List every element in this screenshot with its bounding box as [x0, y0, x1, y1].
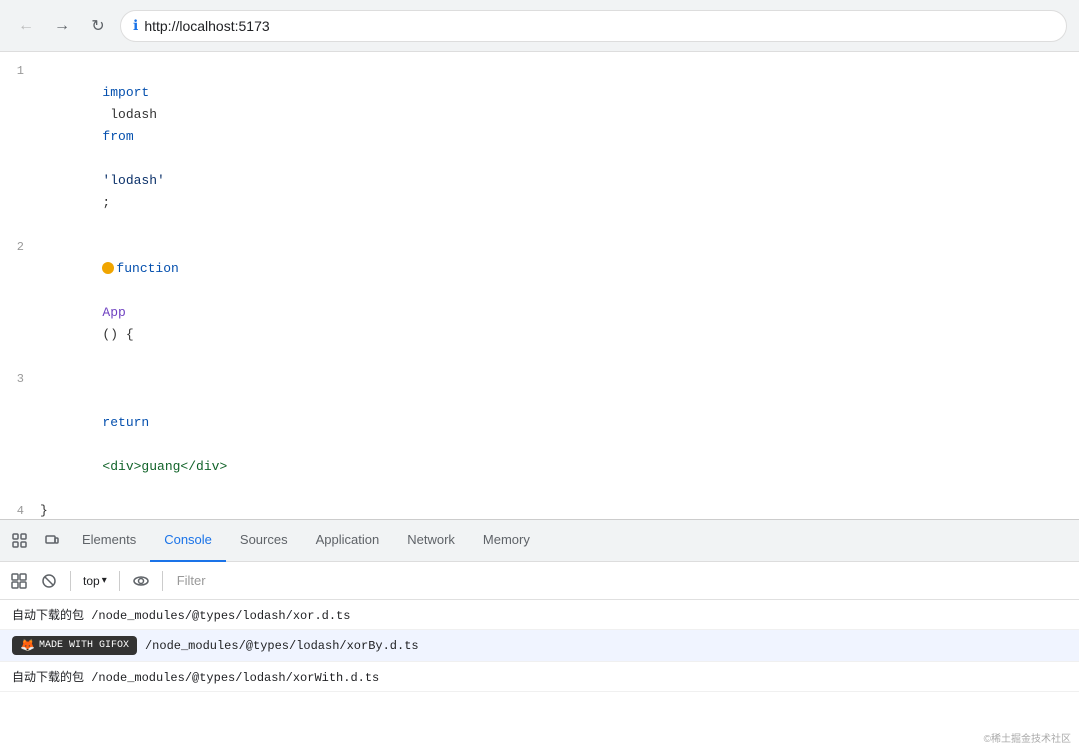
- code-editor: 1 import lodash from 'lodash' ; 2 functi…: [0, 52, 1079, 519]
- clear-console-button[interactable]: [6, 568, 32, 594]
- keyword-return: return: [102, 415, 149, 430]
- log-entry-2: 🦊 MADE WITH GIFOX /node_modules/@types/l…: [0, 630, 1079, 662]
- inspect-element-button[interactable]: [4, 525, 36, 557]
- context-selector[interactable]: top ▾: [79, 572, 111, 590]
- log-text-2: /node_modules/@types/lodash/xorBy.d.ts: [145, 639, 419, 653]
- watermark: ©稀土掘金技术社区: [984, 730, 1071, 745]
- url-text: http://localhost:5173: [144, 18, 269, 34]
- tab-memory[interactable]: Memory: [469, 520, 544, 562]
- code-text-4: }: [40, 500, 1079, 519]
- address-bar[interactable]: ℹ http://localhost:5173: [120, 10, 1067, 42]
- gifox-fox-icon: 🦊: [20, 638, 35, 653]
- line-number-1: 1: [0, 60, 40, 82]
- log-text-3: 自动下载的包 /node_modules/@types/lodash/xorWi…: [12, 668, 379, 685]
- toolbar-divider-2: [119, 571, 120, 591]
- breakpoint-indicator: [102, 262, 114, 274]
- tab-network[interactable]: Network: [393, 520, 469, 562]
- code-line-1: 1 import lodash from 'lodash' ;: [0, 60, 1079, 236]
- forward-button[interactable]: →: [48, 12, 76, 40]
- refresh-button[interactable]: ↻: [84, 12, 112, 40]
- page-content: 1 import lodash from 'lodash' ; 2 functi…: [0, 52, 1079, 519]
- clear-icon: [11, 573, 27, 589]
- toolbar-divider-3: [162, 571, 163, 591]
- device-toolbar-button[interactable]: [36, 525, 68, 557]
- console-toolbar: top ▾: [0, 562, 1079, 600]
- code-line-2: 2 function App () {: [0, 236, 1079, 368]
- console-log-area: 自动下载的包 /node_modules/@types/lodash/xor.d…: [0, 600, 1079, 749]
- no-button[interactable]: [36, 568, 62, 594]
- info-icon: ℹ: [133, 17, 138, 34]
- log-text-1: 自动下载的包 /node_modules/@types/lodash/xor.d…: [12, 606, 350, 623]
- tab-console[interactable]: Console: [150, 520, 226, 562]
- keyword-import: import: [102, 85, 149, 100]
- eye-icon: [133, 573, 149, 589]
- devtools-tabbar: Elements Console Sources Application Net…: [0, 520, 1079, 562]
- log-entry-3: 自动下载的包 /node_modules/@types/lodash/xorWi…: [0, 662, 1079, 692]
- code-line-4: 4 }: [0, 500, 1079, 519]
- gifox-badge: 🦊 MADE WITH GIFOX: [12, 636, 137, 655]
- code-text-2: function App () {: [40, 236, 1079, 368]
- code-line-3: 3 return <div>guang</div>: [0, 368, 1079, 500]
- code-text-3: return <div>guang</div>: [40, 368, 1079, 500]
- toolbar-divider: [70, 571, 71, 591]
- tab-elements[interactable]: Elements: [68, 520, 150, 562]
- tab-application[interactable]: Application: [302, 520, 394, 562]
- log-entry-1: 自动下载的包 /node_modules/@types/lodash/xor.d…: [0, 600, 1079, 630]
- line-number-4: 4: [0, 500, 40, 519]
- tab-sources[interactable]: Sources: [226, 520, 302, 562]
- keyword-function: function: [116, 261, 178, 276]
- code-text-1: import lodash from 'lodash' ;: [40, 60, 1079, 236]
- browser-chrome: ← → ↻ ℹ http://localhost:5173: [0, 0, 1079, 52]
- devtools-panel: Elements Console Sources Application Net…: [0, 519, 1079, 749]
- string-lodash: 'lodash': [102, 173, 164, 188]
- eye-button[interactable]: [128, 568, 154, 594]
- keyword-from: from: [102, 129, 133, 144]
- function-name: App: [102, 305, 125, 320]
- jsx-tag: <div>guang</div>: [102, 459, 227, 474]
- chevron-down-icon: ▾: [102, 575, 107, 586]
- filter-input[interactable]: [171, 571, 1073, 590]
- inspect-icon: [12, 533, 28, 549]
- back-button[interactable]: ←: [12, 12, 40, 40]
- line-number-2: 2: [0, 236, 40, 258]
- gifox-label: MADE WITH GIFOX: [39, 640, 129, 651]
- context-label: top: [83, 574, 100, 588]
- device-icon: [44, 533, 60, 549]
- block-icon: [41, 573, 57, 589]
- line-number-3: 3: [0, 368, 40, 390]
